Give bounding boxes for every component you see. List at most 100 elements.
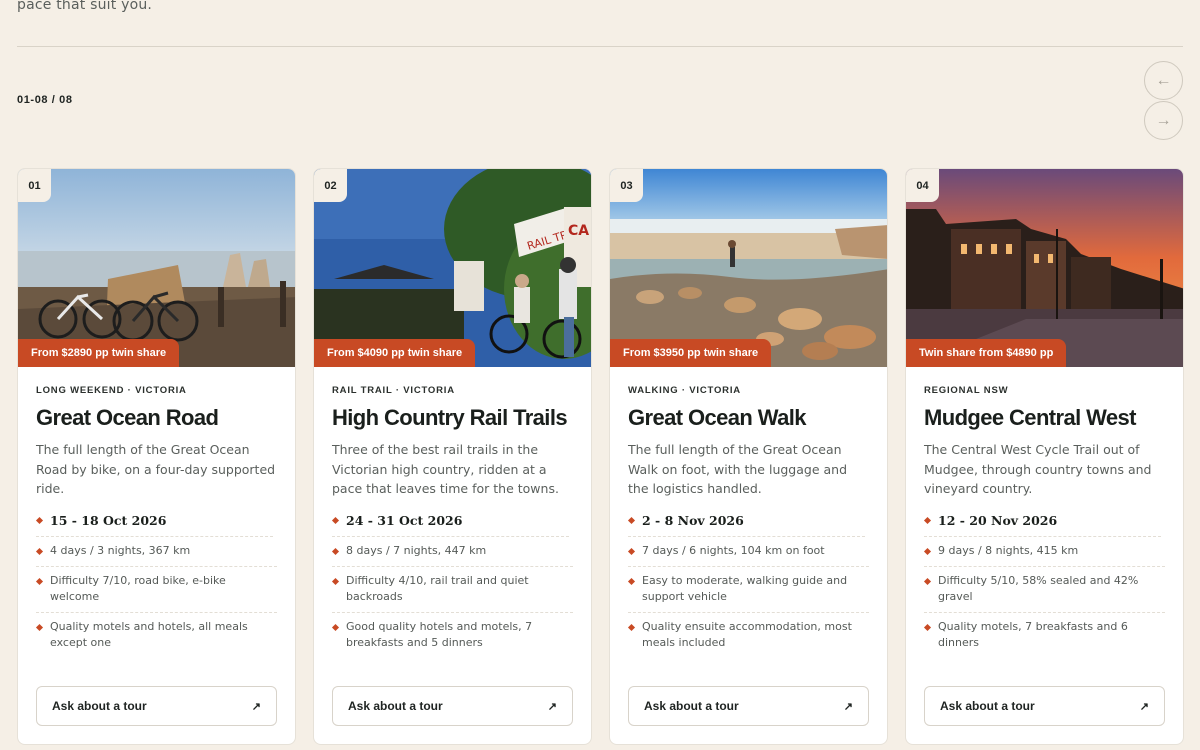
tour-dates: 12 - 20 Nov 2026 <box>923 513 1161 537</box>
rail-trail-cafe-photo: RAIL TRAIL CA <box>314 169 591 367</box>
arrow-up-right-icon: ↗ <box>251 700 261 713</box>
tour-card: 04 Twin share from $4890 pp REGIONAL NSW… <box>905 168 1184 745</box>
diamond-bullet-icon <box>923 577 932 585</box>
tour-number: 02 <box>314 169 347 202</box>
coastal-cycling-photo <box>18 169 295 367</box>
tour-facts: 8 days / 7 nights, 447 km Difficulty 4/1… <box>331 537 573 658</box>
town-sunset-photo <box>906 169 1183 367</box>
fact-item: Difficulty 5/10, 58% sealed and 42% grav… <box>923 567 1165 613</box>
ask-about-tour-button[interactable]: Ask about a tour ↗ <box>332 686 573 726</box>
diamond-bullet-icon <box>35 577 44 585</box>
tour-card: RAIL TRAIL CA 02 From $4090 pp twin shar… <box>313 168 592 745</box>
fact-item: Quality motels, 7 breakfasts and 6 dinne… <box>923 613 1165 658</box>
tour-description: The full length of the Great Ocean Road … <box>36 442 276 496</box>
fact-item: 4 days / 3 nights, 367 km <box>35 537 277 567</box>
tour-category: LONG WEEKEND · VICTORIA <box>36 385 187 396</box>
cta-label: Ask about a tour <box>348 699 443 713</box>
ask-about-tour-button[interactable]: Ask about a tour ↗ <box>36 686 277 726</box>
diamond-bullet-icon <box>331 516 340 525</box>
tour-dates: 24 - 31 Oct 2026 <box>331 513 569 537</box>
tour-photo: 04 Twin share from $4890 pp <box>906 169 1183 367</box>
fact-text: 8 days / 7 nights, 447 km <box>346 544 487 557</box>
diamond-bullet-icon <box>35 623 44 631</box>
tour-number: 04 <box>906 169 939 202</box>
tour-facts: 9 days / 8 nights, 415 km Difficulty 5/1… <box>923 537 1165 658</box>
fact-item: Quality motels and hotels, all meals exc… <box>35 613 277 658</box>
tour-dates: 2 - 8 Nov 2026 <box>627 513 865 537</box>
tour-carousel: 01 From $2890 pp twin share LONG WEEKEND… <box>17 168 1184 745</box>
fact-text: Quality ensuite accommodation, most meal… <box>642 619 852 650</box>
tour-photo: RAIL TRAIL CA 02 From $4090 pp twin shar… <box>314 169 591 367</box>
price-badge: From $4090 pp twin share <box>314 339 476 367</box>
arrow-up-right-icon: ↗ <box>843 700 853 713</box>
diamond-bullet-icon <box>331 623 340 631</box>
beach-walk-photo <box>610 169 887 367</box>
tour-number: 01 <box>18 169 51 202</box>
diamond-bullet-icon <box>923 547 932 556</box>
tour-title: Mudgee Central West <box>924 405 1137 430</box>
diamond-bullet-icon <box>627 577 636 585</box>
tour-facts: 4 days / 3 nights, 367 km Difficulty 7/1… <box>35 537 277 658</box>
tour-dates-text: 2 - 8 Nov 2026 <box>642 513 744 528</box>
fact-item: Good quality hotels and motels, 7 breakf… <box>331 613 573 658</box>
tour-category: WALKING · VICTORIA <box>628 385 741 396</box>
fact-text: Quality motels, 7 breakfasts and 6 dinne… <box>938 619 1128 650</box>
fact-item: 7 days / 6 nights, 104 km on foot <box>627 537 869 567</box>
tour-title: Great Ocean Walk <box>628 405 806 430</box>
fact-text: 7 days / 6 nights, 104 km on foot <box>642 544 825 557</box>
ask-about-tour-button[interactable]: Ask about a tour ↗ <box>628 686 869 726</box>
diamond-bullet-icon <box>35 516 44 525</box>
diamond-bullet-icon <box>627 547 636 556</box>
price-badge: From $3950 pp twin share <box>610 339 772 367</box>
price-badge: Twin share from $4890 pp <box>906 339 1067 367</box>
diamond-bullet-icon <box>923 623 932 631</box>
tour-description: The Central West Cycle Trail out of Mudg… <box>924 442 1152 496</box>
tour-dates-text: 12 - 20 Nov 2026 <box>938 513 1058 528</box>
tour-photo: 01 From $2890 pp twin share <box>18 169 295 367</box>
prev-button[interactable]: ← <box>1144 61 1183 100</box>
tour-category: REGIONAL NSW <box>924 385 1009 396</box>
fact-text: Difficulty 7/10, road bike, e-bike welco… <box>50 573 226 604</box>
fact-item: Quality ensuite accommodation, most meal… <box>627 613 869 658</box>
tour-dates: 15 - 18 Oct 2026 <box>35 513 273 537</box>
tour-dates-text: 15 - 18 Oct 2026 <box>50 513 167 528</box>
fact-item: Difficulty 7/10, road bike, e-bike welco… <box>35 567 277 613</box>
svg-text:CA: CA <box>568 223 589 239</box>
fact-item: Easy to moderate, walking guide and supp… <box>627 567 869 613</box>
tour-title: Great Ocean Road <box>36 405 219 430</box>
arrow-up-right-icon: ↗ <box>1139 700 1149 713</box>
diamond-bullet-icon <box>331 577 340 585</box>
fact-text: 4 days / 3 nights, 367 km <box>50 544 191 557</box>
fact-item: Difficulty 4/10, rail trail and quiet ba… <box>331 567 573 613</box>
price-badge: From $2890 pp twin share <box>18 339 180 367</box>
tour-card: 03 From $3950 pp twin share WALKING · VI… <box>609 168 888 745</box>
tour-card: 01 From $2890 pp twin share LONG WEEKEND… <box>17 168 296 745</box>
fact-item: 9 days / 8 nights, 415 km <box>923 537 1165 567</box>
cta-label: Ask about a tour <box>52 699 147 713</box>
fact-item: 8 days / 7 nights, 447 km <box>331 537 573 567</box>
tour-description: The full length of the Great Ocean Walk … <box>628 442 848 496</box>
cta-label: Ask about a tour <box>940 699 1035 713</box>
slide-counter: 01-08 / 08 <box>17 94 73 106</box>
fact-text: Difficulty 5/10, 58% sealed and 42% grav… <box>938 573 1139 604</box>
arrow-right-icon: → <box>1155 111 1172 129</box>
fact-text: Easy to moderate, walking guide and supp… <box>642 573 848 604</box>
diamond-bullet-icon <box>923 516 932 525</box>
ask-about-tour-button[interactable]: Ask about a tour ↗ <box>924 686 1165 726</box>
tour-dates-text: 24 - 31 Oct 2026 <box>346 513 463 528</box>
fact-text: Good quality hotels and motels, 7 breakf… <box>346 619 533 650</box>
tour-description: Three of the best rail trails in the Vic… <box>332 442 559 496</box>
diamond-bullet-icon <box>35 547 44 556</box>
tour-facts: 7 days / 6 nights, 104 km on foot Easy t… <box>627 537 869 658</box>
intro-text: pace that suit you. <box>17 0 153 13</box>
diamond-bullet-icon <box>627 516 636 525</box>
cta-label: Ask about a tour <box>644 699 739 713</box>
divider <box>17 46 1183 47</box>
tour-category: RAIL TRAIL · VICTORIA <box>332 385 455 396</box>
diamond-bullet-icon <box>627 623 636 631</box>
fact-text: Quality motels and hotels, all meals exc… <box>50 619 248 650</box>
next-button[interactable]: → <box>1144 101 1183 140</box>
fact-text: 9 days / 8 nights, 415 km <box>938 544 1079 557</box>
diamond-bullet-icon <box>331 547 340 556</box>
tour-number: 03 <box>610 169 643 202</box>
